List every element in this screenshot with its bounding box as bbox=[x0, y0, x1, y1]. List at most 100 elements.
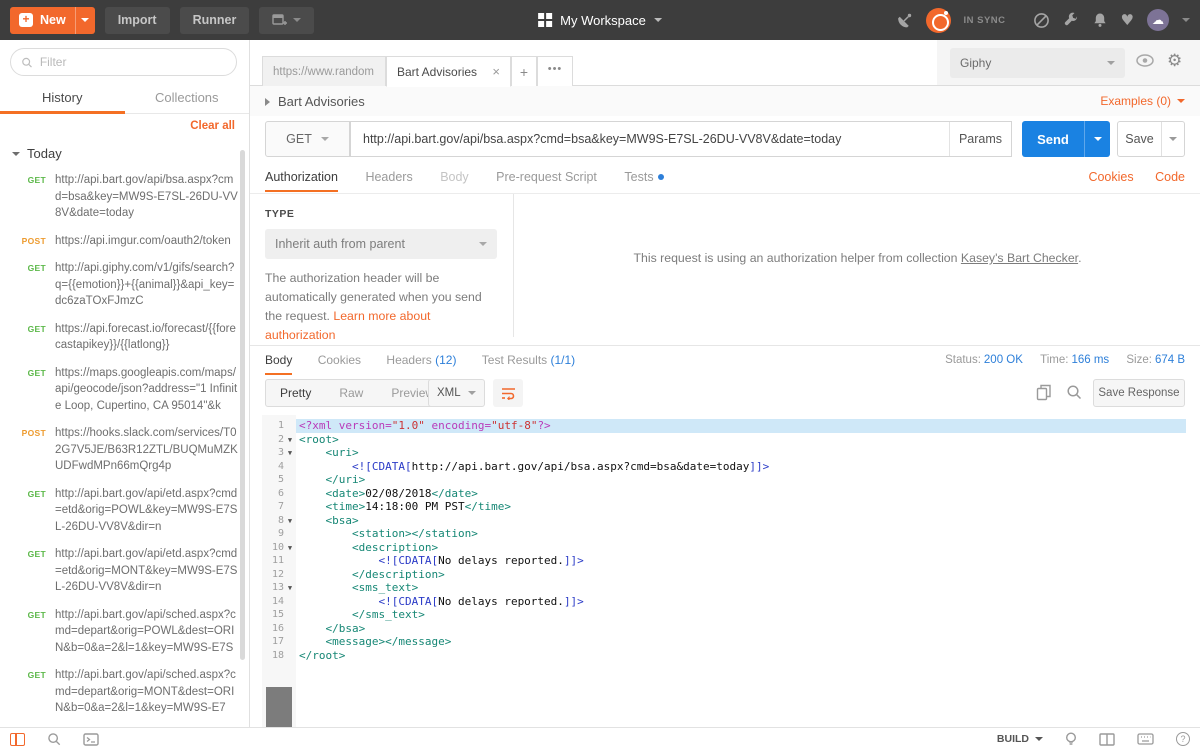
two-pane-layout-icon[interactable] bbox=[1099, 732, 1115, 746]
code-lines: 1 <?xml version="1.0" encoding="utf-8"?> 2… bbox=[262, 415, 1186, 662]
response-tab-test-results[interactable]: Test Results (1/1) bbox=[482, 346, 575, 375]
list-item[interactable]: GET https://api.forecast.io/forecast/{{fo… bbox=[0, 321, 239, 354]
save-response-button[interactable]: Save Response bbox=[1093, 379, 1185, 407]
heart-icon[interactable]: ♥ bbox=[1121, 12, 1134, 28]
build-mode-select[interactable]: BUILD bbox=[997, 733, 1043, 745]
wrench-icon[interactable] bbox=[1063, 12, 1079, 28]
response-body-editor[interactable]: 1 <?xml version="1.0" encoding="utf-8"?> 2… bbox=[262, 415, 1186, 727]
footer-search-button[interactable] bbox=[47, 732, 61, 746]
list-item[interactable]: GET http://api.bart.gov/api/sched.aspx?cm… bbox=[0, 667, 239, 717]
avatar-caret-icon[interactable] bbox=[1182, 18, 1190, 22]
sidebar-scrollbar[interactable] bbox=[240, 150, 245, 660]
send-options-caret[interactable] bbox=[1084, 121, 1110, 157]
import-button[interactable]: Import bbox=[104, 6, 170, 34]
sync-status-icon[interactable] bbox=[925, 7, 951, 33]
params-button[interactable]: Params bbox=[949, 122, 1011, 156]
code-line: 16 </bsa> bbox=[262, 622, 1186, 636]
app-header: + New Import Runner My Workspace IN SYNC… bbox=[0, 0, 1200, 40]
auth-type-select[interactable]: Inherit auth from parent bbox=[265, 229, 497, 259]
collection-link[interactable]: Kasey's Bart Checker bbox=[961, 251, 1078, 265]
clear-all-link[interactable]: Clear all bbox=[190, 120, 235, 132]
history-group-today[interactable]: Today bbox=[12, 146, 62, 161]
list-item[interactable]: GET https://maps.googleapis.com/maps/api/… bbox=[0, 365, 239, 415]
line-number: 13 bbox=[271, 582, 284, 593]
fold-toggle-icon[interactable]: ▼ bbox=[284, 541, 296, 555]
format-select[interactable]: XML bbox=[428, 379, 485, 407]
status-badge[interactable]: Status: 200 OK bbox=[945, 354, 1023, 366]
save-button[interactable]: Save bbox=[1117, 121, 1185, 157]
toggle-sidebar-button[interactable] bbox=[10, 732, 25, 746]
settings-gear-icon[interactable]: ⚙ bbox=[1167, 51, 1182, 71]
code-link[interactable]: Code bbox=[1155, 170, 1185, 184]
explore-icon[interactable] bbox=[1033, 12, 1050, 29]
url-input[interactable] bbox=[351, 122, 949, 156]
save-options-caret[interactable] bbox=[1161, 122, 1184, 156]
filter-input[interactable] bbox=[39, 55, 226, 69]
fold-toggle-icon[interactable]: ▼ bbox=[284, 446, 296, 460]
send-button-label: Send bbox=[1037, 131, 1069, 147]
wrap-text-button[interactable] bbox=[493, 379, 523, 407]
method-badge: GET bbox=[27, 175, 46, 185]
response-tab-body[interactable]: Body bbox=[265, 346, 293, 375]
tab-authorization[interactable]: Authorization bbox=[265, 162, 338, 192]
fold-toggle-icon[interactable]: ▼ bbox=[284, 433, 296, 447]
code-line: 13 ▼ <sms_text> bbox=[262, 581, 1186, 595]
runner-button[interactable]: Runner bbox=[179, 6, 250, 34]
new-button[interactable]: + New bbox=[10, 6, 95, 34]
tab-headers[interactable]: Headers bbox=[365, 162, 412, 192]
size-badge[interactable]: Size: 674 B bbox=[1126, 354, 1185, 366]
request-title[interactable]: Bart Advisories bbox=[265, 94, 365, 109]
cookies-link[interactable]: Cookies bbox=[1088, 170, 1133, 184]
tab-options-button[interactable]: ••• bbox=[537, 56, 573, 87]
filter-box[interactable] bbox=[10, 48, 237, 76]
add-tab-button[interactable]: + bbox=[511, 56, 537, 87]
examples-dropdown[interactable]: Examples (0) bbox=[1100, 94, 1185, 108]
new-button-caret[interactable] bbox=[74, 6, 95, 34]
list-item[interactable]: GET http://api.bart.gov/api/bsa.aspx?cmd=… bbox=[0, 172, 239, 222]
close-icon[interactable]: × bbox=[492, 64, 500, 79]
response-tab-cookies[interactable]: Cookies bbox=[318, 346, 361, 375]
time-badge[interactable]: Time: 166 ms bbox=[1040, 354, 1109, 366]
tab-tests[interactable]: Tests bbox=[624, 162, 664, 192]
response-tab-headers[interactable]: Headers (12) bbox=[386, 346, 456, 375]
fold-toggle-icon[interactable]: ▼ bbox=[284, 581, 296, 595]
avatar[interactable]: ☁ bbox=[1147, 9, 1169, 31]
workspace-switcher[interactable]: My Workspace bbox=[538, 13, 662, 28]
keyboard-shortcuts-icon[interactable] bbox=[1137, 733, 1154, 745]
tab-body[interactable]: Body bbox=[440, 162, 469, 192]
view-pretty[interactable]: Pretty bbox=[266, 386, 325, 400]
tab-history[interactable]: History bbox=[0, 84, 125, 114]
console-button[interactable] bbox=[83, 732, 99, 746]
list-item[interactable]: GET http://api.bart.gov/api/sched.aspx?cm… bbox=[0, 607, 239, 657]
editor-scrollbar-thumb[interactable] bbox=[266, 687, 292, 727]
interceptor-satellite-icon[interactable] bbox=[896, 12, 913, 29]
view-raw[interactable]: Raw bbox=[325, 386, 377, 400]
method-badge: GET bbox=[27, 263, 46, 273]
fold-toggle-icon[interactable]: ▼ bbox=[284, 514, 296, 528]
method-badge: GET bbox=[27, 609, 46, 620]
method-select[interactable]: GET bbox=[265, 121, 350, 157]
sidebar-toggle-icon bbox=[10, 732, 25, 746]
tab-pre-request-script[interactable]: Pre-request Script bbox=[496, 162, 597, 192]
request-tab-inactive[interactable]: https://www.random.org/cg bbox=[262, 56, 386, 87]
auth-helper-note: This request is using an authorization h… bbox=[633, 251, 1082, 265]
help-icon[interactable]: ? bbox=[1176, 732, 1190, 746]
search-response-icon[interactable] bbox=[1066, 384, 1082, 400]
request-tab-active[interactable]: Bart Advisories × bbox=[386, 56, 511, 87]
list-item[interactable]: POST https://hooks.slack.com/services/T02… bbox=[0, 425, 239, 475]
list-item[interactable]: GET http://api.bart.gov/api/etd.aspx?cmd=… bbox=[0, 486, 239, 536]
environment-select[interactable]: Giphy bbox=[950, 48, 1125, 78]
tab-collections[interactable]: Collections bbox=[125, 84, 250, 113]
method-badge: GET bbox=[27, 488, 46, 499]
list-item[interactable]: POST https://api.imgur.com/oauth2/token bbox=[0, 233, 239, 250]
copy-icon[interactable] bbox=[1036, 384, 1052, 401]
list-item[interactable]: GET http://api.giphy.com/v1/gifs/search?q… bbox=[0, 260, 239, 310]
bell-icon[interactable] bbox=[1092, 12, 1108, 28]
environment-preview-eye-icon[interactable] bbox=[1135, 53, 1155, 68]
send-button[interactable]: Send bbox=[1022, 121, 1110, 157]
lightbulb-icon[interactable] bbox=[1065, 731, 1077, 747]
authorization-panel: TYPE Inherit auth from parent The author… bbox=[250, 194, 1200, 345]
list-item[interactable]: GET http://api.bart.gov/api/etd.aspx?cmd=… bbox=[0, 546, 239, 596]
new-window-button[interactable] bbox=[259, 6, 315, 34]
